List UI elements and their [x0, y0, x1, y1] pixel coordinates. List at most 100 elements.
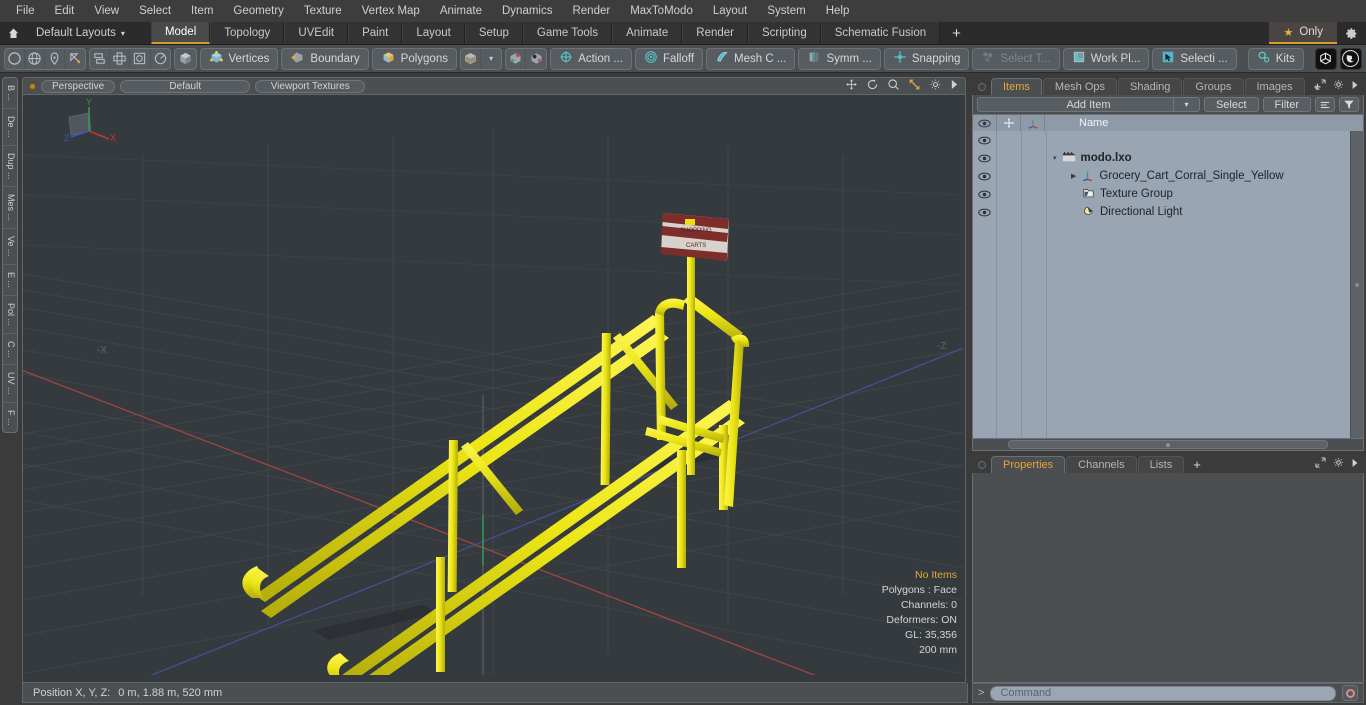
row-visibility-toggle[interactable]: [973, 185, 996, 203]
gear-icon[interactable]: [1337, 22, 1366, 44]
viewport-gear-icon[interactable]: [929, 78, 942, 94]
modo-logo-icon[interactable]: [1314, 47, 1337, 70]
frame-icon[interactable]: [130, 48, 151, 69]
tab-animate[interactable]: Animate: [612, 22, 683, 44]
chevron-right-icon[interactable]: [1351, 458, 1359, 471]
pan-icon[interactable]: [845, 78, 858, 94]
menu-item-view[interactable]: View: [84, 3, 129, 19]
snapping-button[interactable]: Snapping: [883, 47, 970, 70]
menu-item-file[interactable]: File: [6, 3, 45, 19]
table-row-scene[interactable]: ▾ modo.lxo: [1047, 149, 1350, 167]
tab-properties[interactable]: Properties: [991, 456, 1066, 473]
tab-uvedit[interactable]: UVEdit: [284, 22, 349, 44]
menu-item-system[interactable]: System: [757, 3, 815, 19]
selection-mode-boundary[interactable]: Boundary: [281, 47, 369, 70]
expand-icon[interactable]: [1315, 79, 1326, 93]
menu-item-select[interactable]: Select: [129, 3, 181, 19]
only-toggle-button[interactable]: ★ Only: [1269, 22, 1337, 44]
tab-lists[interactable]: Lists: [1137, 456, 1185, 473]
select-button[interactable]: Select: [1203, 97, 1259, 112]
add-layout-tab-button[interactable]: +: [940, 22, 973, 44]
row-visibility-toggle[interactable]: [973, 203, 996, 221]
menu-item-vertex-map[interactable]: Vertex Map: [352, 3, 430, 19]
table-row-directional-light[interactable]: · Directional Light: [1047, 203, 1350, 221]
row-visibility-toggle[interactable]: [973, 131, 996, 149]
symmetry-button[interactable]: Symm ...: [798, 47, 881, 70]
viewport-textures-dropdown[interactable]: Viewport Textures: [255, 79, 366, 93]
menu-item-geometry[interactable]: Geometry: [223, 3, 294, 19]
cube-icon[interactable]: [174, 47, 197, 70]
rail-tab-uv[interactable]: UV ...: [3, 365, 17, 403]
scrollbar-thumb[interactable]: [1008, 440, 1328, 449]
expander-icon[interactable]: ▶: [1071, 172, 1076, 180]
menu-item-edit[interactable]: Edit: [45, 3, 85, 19]
tab-scripting[interactable]: Scripting: [747, 22, 821, 44]
menu-item-help[interactable]: Help: [816, 3, 860, 19]
items-list-body[interactable]: ▾ modo.lxo ▶ Grocery_Cart_Corral_Single_…: [972, 131, 1364, 439]
selection-sets-button[interactable]: Selecti ...: [1152, 47, 1237, 70]
tab-groups[interactable]: Groups: [1183, 78, 1244, 95]
tab-schematic-fusion[interactable]: Schematic Fusion: [820, 22, 941, 44]
menu-item-animate[interactable]: Animate: [430, 3, 492, 19]
items-list-horizontal-scrollbar[interactable]: [972, 439, 1364, 451]
kits-button[interactable]: Kits: [1247, 47, 1304, 70]
tab-channels[interactable]: Channels: [1066, 456, 1137, 473]
rail-tab-deform[interactable]: De ...: [3, 109, 17, 146]
tab-layout[interactable]: Layout: [402, 22, 465, 44]
menu-item-render[interactable]: Render: [562, 3, 620, 19]
pen-icon[interactable]: [45, 48, 66, 69]
rail-tab-mesh-edit[interactable]: Mes ...: [3, 187, 17, 230]
rail-tab-polygon[interactable]: Pol ...: [3, 296, 17, 334]
funnel-icon[interactable]: [1339, 97, 1359, 112]
properties-panel-indicator[interactable]: [978, 461, 986, 469]
paint-cube-b-icon[interactable]: [526, 49, 546, 69]
add-properties-tab-button[interactable]: +: [1185, 456, 1209, 473]
viewport-style-dropdown[interactable]: Default: [120, 79, 251, 93]
expander-icon[interactable]: ▾: [1053, 154, 1057, 162]
default-layouts-dropdown[interactable]: Default Layouts ▾: [26, 22, 135, 44]
center-icon[interactable]: [110, 48, 131, 69]
menu-item-layout[interactable]: Layout: [703, 3, 758, 19]
selection-mode-vertices[interactable]: Vertices: [199, 47, 279, 70]
mesh-constraint-button[interactable]: Mesh C ...: [706, 47, 796, 70]
table-row-texture-group[interactable]: · Texture Group: [1047, 185, 1350, 203]
tab-topology[interactable]: Topology: [210, 22, 285, 44]
rail-tab-vertex[interactable]: Ve ...: [3, 229, 17, 265]
tab-game-tools[interactable]: Game Tools: [522, 22, 613, 44]
rail-tab-basic[interactable]: B ...: [3, 78, 17, 110]
tab-images[interactable]: Images: [1244, 78, 1305, 95]
zoom-icon[interactable]: [887, 78, 900, 94]
view-indicator-icon[interactable]: [29, 82, 36, 90]
tab-setup[interactable]: Setup: [464, 22, 523, 44]
record-icon[interactable]: [1342, 685, 1358, 701]
home-icon[interactable]: [0, 22, 26, 44]
tab-paint[interactable]: Paint: [348, 22, 403, 44]
item-cube-icon[interactable]: [461, 48, 482, 69]
globe-icon[interactable]: [25, 48, 46, 69]
items-list-vertical-scrollbar[interactable]: [1350, 131, 1363, 438]
viewport-projection-dropdown[interactable]: Perspective: [41, 79, 116, 93]
rail-tab-edge[interactable]: E ...: [3, 265, 17, 296]
action-center-button[interactable]: Action ...: [550, 47, 632, 70]
work-plane-button[interactable]: Work Pl...: [1062, 47, 1150, 70]
circle-icon[interactable]: [5, 48, 26, 69]
rail-tab-duplicate[interactable]: Dup ...: [3, 146, 17, 188]
add-item-caret[interactable]: ▾: [1172, 97, 1199, 112]
command-input[interactable]: Command: [990, 685, 1336, 701]
menu-item-maxtomodo[interactable]: MaxToModo: [620, 3, 703, 19]
falloff-button[interactable]: Falloff: [634, 47, 704, 70]
paint-cube-a-icon[interactable]: [506, 48, 527, 69]
menu-item-texture[interactable]: Texture: [294, 3, 352, 19]
row-visibility-toggle[interactable]: [973, 167, 996, 185]
unreal-logo-icon[interactable]: [1339, 47, 1363, 70]
tab-items[interactable]: Items: [991, 78, 1042, 95]
tab-shading[interactable]: Shading: [1118, 78, 1183, 95]
align-icon[interactable]: [90, 48, 111, 69]
properties-panel-body[interactable]: [972, 473, 1364, 683]
select-through-button[interactable]: Select T...: [972, 47, 1060, 70]
viewport-more-icon[interactable]: [950, 79, 959, 93]
list-options-icon[interactable]: [1315, 97, 1335, 112]
row-visibility-toggle[interactable]: [973, 149, 996, 167]
chevron-right-icon[interactable]: [1351, 80, 1359, 93]
expand-icon[interactable]: [1315, 457, 1326, 471]
